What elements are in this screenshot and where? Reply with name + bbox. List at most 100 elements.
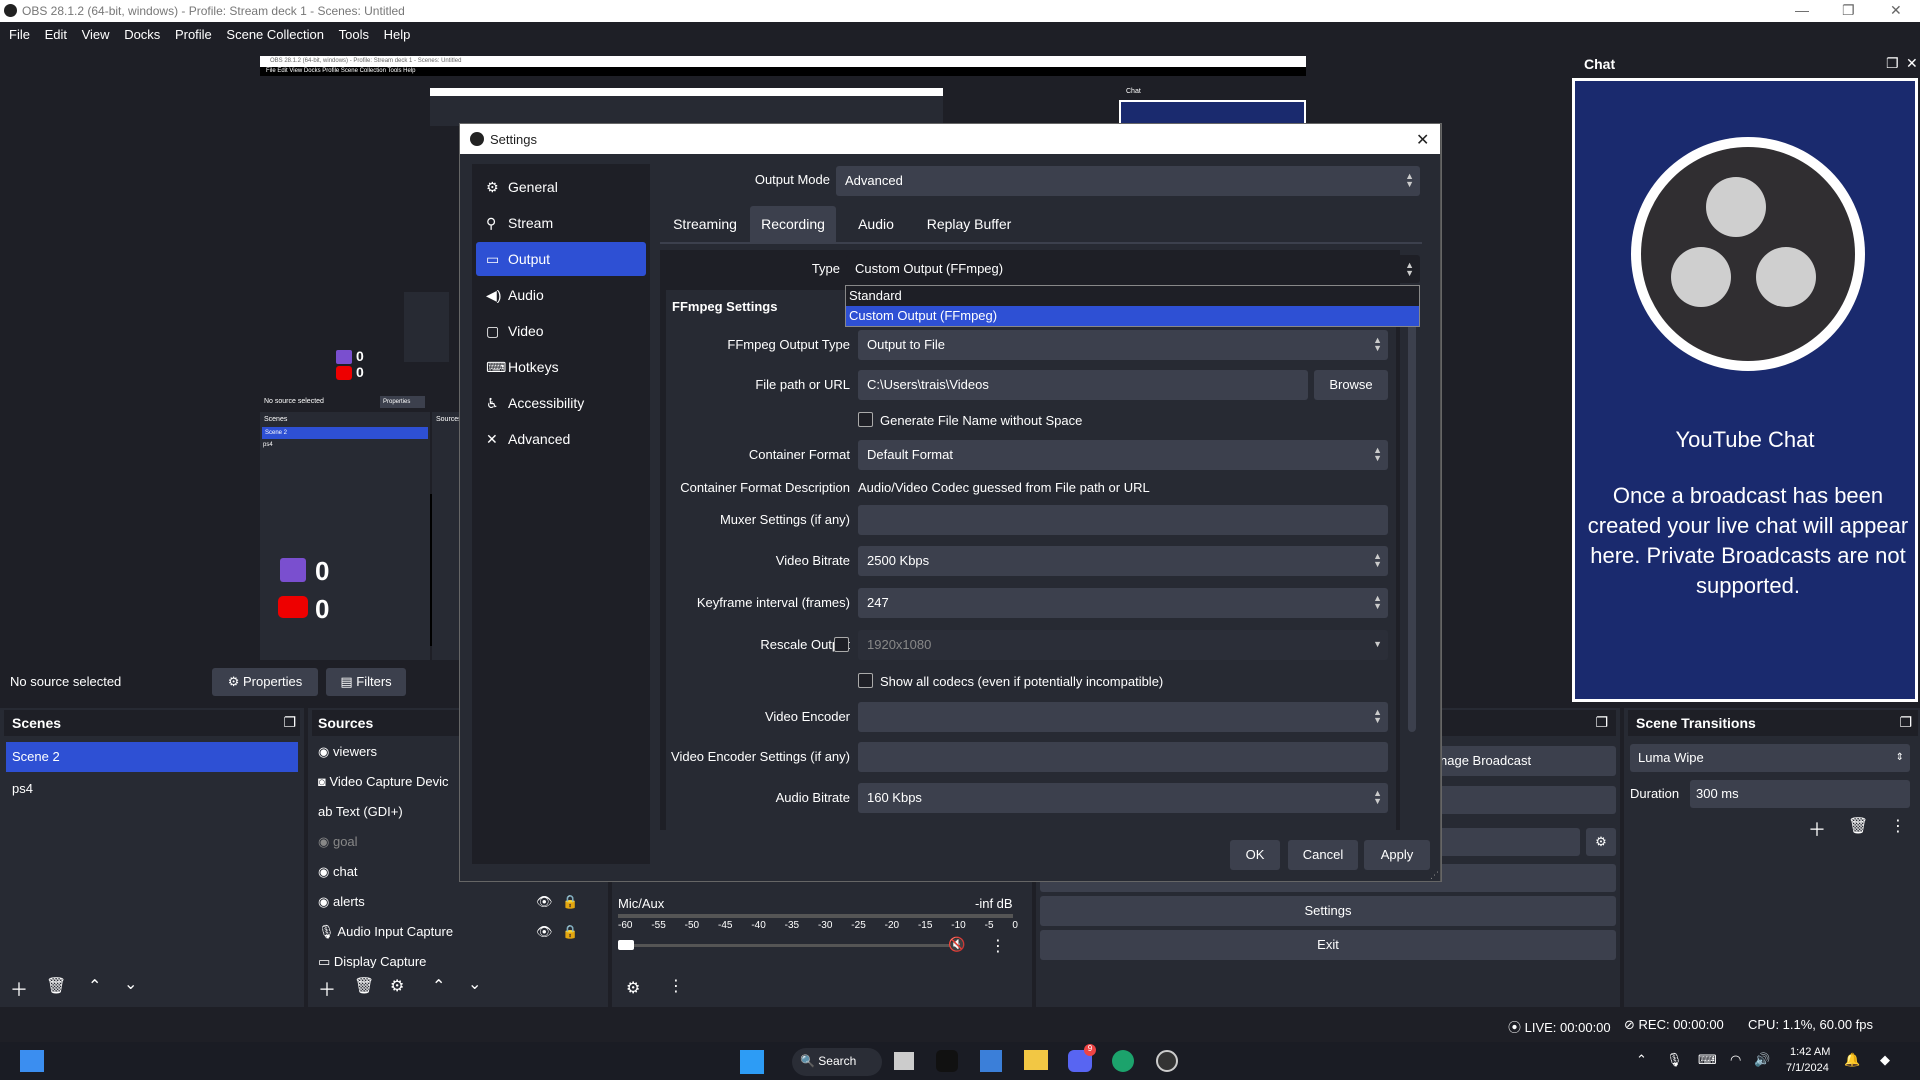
- file-path-input[interactable]: C:\Users\trais\Videos: [858, 370, 1308, 400]
- properties-button[interactable]: ⚙ Properties: [212, 668, 318, 696]
- notification-bell-icon[interactable]: 🔔: [1844, 1052, 1860, 1068]
- windows-start-icon[interactable]: [740, 1050, 764, 1074]
- widgets-icon[interactable]: [20, 1050, 44, 1072]
- apply-button[interactable]: Apply: [1364, 840, 1430, 870]
- lock-icon[interactable]: 🔒: [562, 894, 578, 910]
- video-encoder-select[interactable]: ▲ ▼: [858, 702, 1388, 732]
- cancel-button[interactable]: Cancel: [1288, 840, 1358, 870]
- kebab-menu-icon[interactable]: ⋮: [1890, 816, 1906, 836]
- show-codecs-checkbox[interactable]: [858, 673, 873, 688]
- menu-tools[interactable]: Tools: [339, 27, 369, 42]
- trash-icon[interactable]: 🗑: [46, 976, 66, 996]
- file-explorer-icon[interactable]: [1024, 1050, 1048, 1070]
- generate-filename-checkbox[interactable]: [858, 412, 873, 427]
- container-format-select[interactable]: Default Format ▲ ▼: [858, 440, 1388, 470]
- clock-time[interactable]: 1:42 AM: [1790, 1046, 1830, 1058]
- sidebar-item-video[interactable]: ▢ Video: [476, 314, 646, 348]
- chevron-down-icon[interactable]: ⌄: [468, 974, 481, 994]
- duration-input[interactable]: 300 ms: [1690, 780, 1910, 808]
- minimize-icon[interactable]: —: [1795, 2, 1809, 18]
- resize-grip-icon[interactable]: ⋰: [1430, 870, 1439, 881]
- settings-button[interactable]: Settings: [1040, 896, 1616, 926]
- menu-scene-collection[interactable]: Scene Collection: [226, 27, 324, 42]
- tiktok-icon[interactable]: [936, 1050, 958, 1072]
- rescale-checkbox[interactable]: [834, 637, 849, 652]
- sidebar-item-advanced[interactable]: ✕ Advanced: [476, 422, 646, 456]
- menu-file[interactable]: File: [9, 27, 30, 42]
- close-icon[interactable]: ✕: [1890, 2, 1902, 19]
- lock-icon[interactable]: 🔒: [562, 924, 578, 940]
- sidebar-item-general[interactable]: ⚙ General: [476, 170, 646, 204]
- keyframe-input[interactable]: 247 ▲ ▼: [858, 588, 1388, 618]
- video-encoder-settings-input[interactable]: [858, 742, 1388, 772]
- spin-arrows-icon[interactable]: ▲ ▼: [1373, 789, 1382, 806]
- volume-slider-handle[interactable]: [618, 940, 634, 950]
- trash-icon[interactable]: 🗑: [1848, 816, 1868, 836]
- sidebar-item-audio[interactable]: ◀) Audio: [476, 278, 646, 312]
- speaker-icon[interactable]: 🔊: [1754, 1052, 1770, 1068]
- menu-docks[interactable]: Docks: [124, 27, 160, 42]
- keyboard-icon[interactable]: ⌨: [1698, 1052, 1717, 1068]
- ffmpeg-output-type-select[interactable]: Output to File ▲ ▼: [858, 330, 1388, 360]
- scene-item[interactable]: ps4: [6, 774, 298, 804]
- eye-icon[interactable]: 👁: [536, 924, 553, 940]
- chevron-up-icon[interactable]: ⌃: [1636, 1052, 1647, 1068]
- wifi-icon[interactable]: ◠: [1730, 1052, 1741, 1068]
- scene-item[interactable]: Scene 2: [6, 742, 298, 772]
- taskbar-search[interactable]: 🔍 Search: [792, 1048, 882, 1076]
- trash-icon[interactable]: 🗑: [354, 976, 374, 996]
- settings-scrollbar[interactable]: [1408, 322, 1416, 732]
- tab-recording[interactable]: Recording: [750, 206, 836, 242]
- mixer-menu-icon[interactable]: ⋮: [668, 976, 684, 996]
- type-select[interactable]: Custom Output (FFmpeg) ▲ ▼: [846, 255, 1420, 283]
- store-icon[interactable]: [980, 1050, 1002, 1072]
- source-item[interactable]: ▭ Display Capture: [318, 954, 598, 968]
- sidebar-item-hotkeys[interactable]: ⌨ Hotkeys: [476, 350, 646, 384]
- sidebar-item-stream[interactable]: ⚲ Stream: [476, 206, 646, 240]
- clock-date[interactable]: 7/1/2024: [1786, 1062, 1829, 1074]
- undock-icon[interactable]: ❐: [1886, 55, 1899, 72]
- add-scene-icon[interactable]: ＋: [10, 976, 28, 1002]
- chevron-up-icon[interactable]: ⌃: [432, 976, 445, 996]
- ok-button[interactable]: OK: [1230, 840, 1280, 870]
- close-icon[interactable]: ✕: [1416, 130, 1429, 150]
- source-item[interactable]: ◉ alerts 👁 🔒: [318, 894, 598, 924]
- source-item[interactable]: 🎙 Audio Input Capture 👁 🔒: [318, 924, 598, 954]
- microphone-icon[interactable]: 🎙: [1666, 1052, 1683, 1068]
- add-source-icon[interactable]: ＋: [318, 976, 336, 1002]
- sidebar-item-output[interactable]: ▭ Output: [476, 242, 646, 276]
- copilot-icon[interactable]: ◆: [1880, 1052, 1890, 1068]
- close-dock-icon[interactable]: ✕: [1906, 55, 1918, 72]
- dropdown-option-standard[interactable]: Standard: [846, 286, 1419, 306]
- undock-icon[interactable]: ❐: [283, 714, 296, 731]
- dropdown-option-custom-ffmpeg[interactable]: Custom Output (FFmpeg): [846, 306, 1419, 326]
- audio-bitrate-input[interactable]: 160 Kbps ▲ ▼: [858, 783, 1388, 813]
- sidebar-item-accessibility[interactable]: ♿ Accessibility: [476, 386, 646, 420]
- menu-profile[interactable]: Profile: [175, 27, 212, 42]
- edge-icon[interactable]: [1112, 1050, 1134, 1072]
- filters-button[interactable]: ▤ Filters: [326, 668, 406, 696]
- chevron-up-icon[interactable]: ⌃: [88, 976, 101, 996]
- browse-button[interactable]: Browse: [1314, 370, 1388, 400]
- undock-icon[interactable]: ❐: [1595, 714, 1608, 731]
- output-mode-select[interactable]: Advanced ▲ ▼: [836, 166, 1420, 196]
- video-bitrate-input[interactable]: 2500 Kbps ▲ ▼: [858, 546, 1388, 576]
- menu-view[interactable]: View: [82, 27, 110, 42]
- menu-help[interactable]: Help: [384, 27, 411, 42]
- exit-button[interactable]: Exit: [1040, 930, 1616, 960]
- obs-taskbar-icon[interactable]: [1156, 1050, 1178, 1072]
- tab-audio[interactable]: Audio: [840, 206, 912, 242]
- mixer-gear-icon[interactable]: ⚙: [626, 978, 640, 998]
- chevron-down-icon[interactable]: ⌄: [124, 974, 137, 994]
- gear-icon[interactable]: ⚙: [1586, 828, 1616, 856]
- eye-icon[interactable]: 👁: [536, 894, 553, 910]
- mute-speaker-icon[interactable]: 🔇: [948, 936, 965, 953]
- tab-replay-buffer[interactable]: Replay Buffer: [914, 206, 1024, 242]
- tab-streaming[interactable]: Streaming: [662, 206, 748, 242]
- undock-icon[interactable]: ❐: [1899, 714, 1912, 731]
- maximize-icon[interactable]: ❐: [1842, 2, 1855, 19]
- kebab-menu-icon[interactable]: ⋮: [990, 936, 1006, 956]
- transition-select[interactable]: Luma Wipe ⇕: [1630, 744, 1910, 772]
- gear-icon[interactable]: ⚙: [390, 976, 404, 996]
- add-transition-icon[interactable]: ＋: [1808, 816, 1826, 842]
